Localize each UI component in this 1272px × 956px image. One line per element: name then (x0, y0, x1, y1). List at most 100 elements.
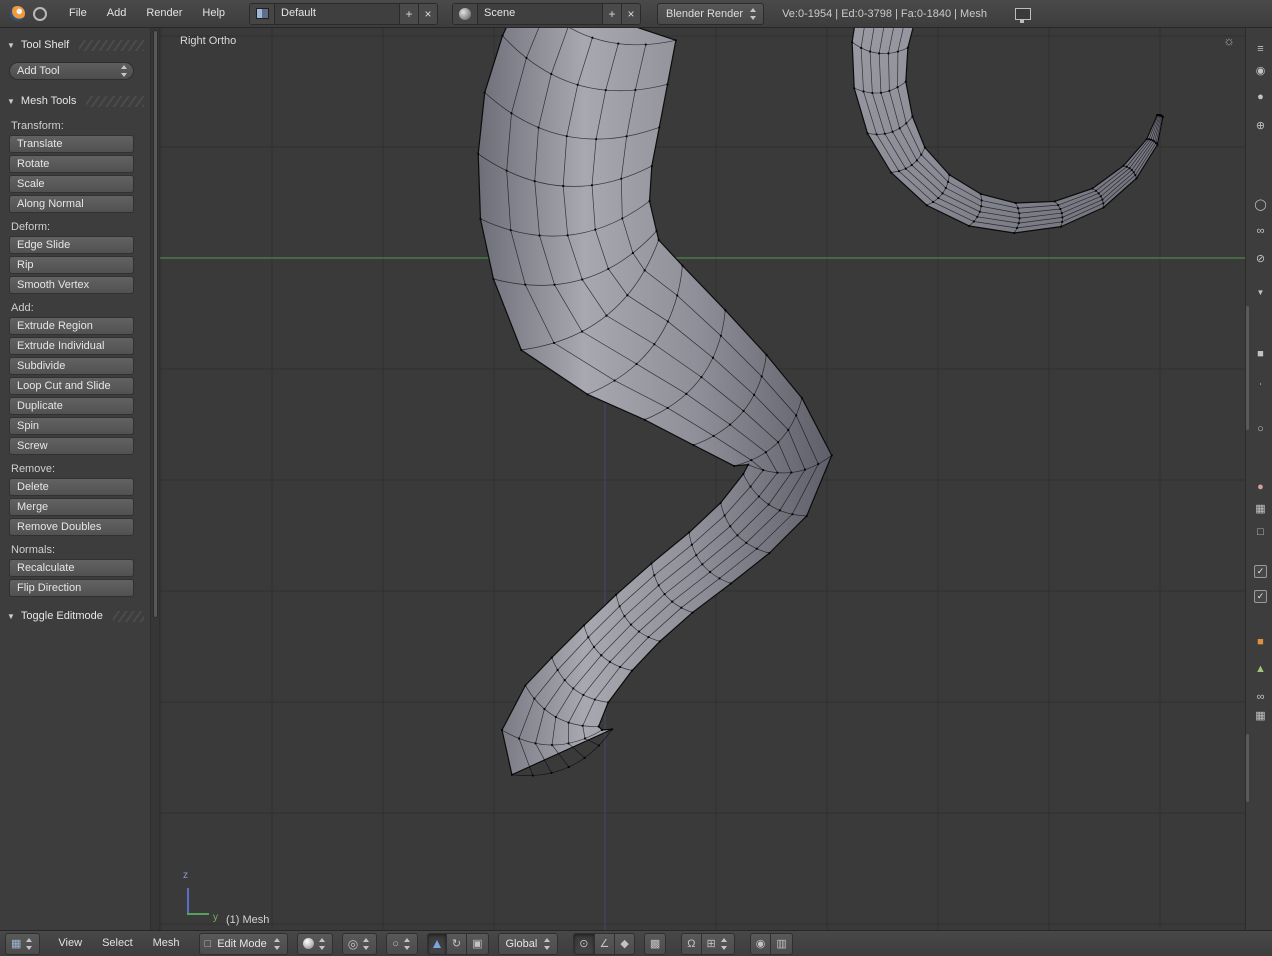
menu-help[interactable]: Help (192, 0, 235, 27)
scrollbar-thumb[interactable] (153, 30, 158, 618)
particles-tab-icon[interactable] (1252, 523, 1269, 540)
editor-type-icon[interactable] (29, 4, 51, 24)
group-label: Remove: (11, 463, 150, 475)
rip-button[interactable]: Rip (9, 256, 134, 274)
texture-tab-icon[interactable] (1252, 500, 1269, 517)
proportional-editing-select[interactable] (386, 933, 418, 955)
axis-y-label: y (213, 912, 218, 923)
texture-icon[interactable] (1252, 707, 1269, 724)
pivot-point-select[interactable] (342, 933, 377, 955)
mode-select[interactable]: Edit Mode (199, 933, 288, 955)
loop-cut-and-slide-button[interactable]: Loop Cut and Slide (9, 377, 134, 395)
collapse-triangle-icon: ▼ (7, 41, 15, 50)
add-layout-button[interactable]: + (399, 4, 418, 24)
world-tab-icon[interactable] (1252, 196, 1269, 213)
screen-layout-selector: Default + × (249, 3, 438, 25)
updown-arrows-icon (403, 937, 412, 951)
edge-slide-button[interactable]: Edge Slide (9, 236, 134, 254)
occlude-geometry-button[interactable] (644, 933, 666, 955)
dropdown-triangle-icon[interactable] (1252, 284, 1269, 301)
render-camera-icon[interactable] (1252, 62, 1269, 79)
menu-view[interactable]: View (48, 930, 92, 956)
menu-select[interactable]: Select (92, 930, 143, 956)
screen-layout-name[interactable]: Default (275, 4, 399, 23)
circle-icon[interactable] (1252, 420, 1269, 437)
object-cube-icon[interactable] (1252, 633, 1269, 650)
opengl-render-button[interactable] (750, 933, 772, 955)
rotate-button[interactable]: Rotate (9, 155, 134, 173)
menu-file[interactable]: File (59, 0, 97, 27)
monitor-icon[interactable] (1011, 4, 1035, 24)
render-layers-icon[interactable] (1252, 88, 1269, 105)
panel-grip (79, 40, 144, 51)
mesh-data-icon[interactable] (1252, 660, 1269, 677)
properties-editor-icon[interactable] (1252, 40, 1269, 57)
scrollbar-thumb[interactable] (1246, 306, 1249, 430)
dot-icon[interactable] (1252, 375, 1269, 392)
translate-button[interactable]: Translate (9, 135, 134, 153)
add-scene-button[interactable]: + (602, 4, 621, 24)
mesh-leg[interactable] (477, 28, 833, 777)
updown-arrows-icon (362, 937, 371, 951)
viewport-shading-select[interactable] (297, 933, 333, 955)
scene-icon[interactable] (453, 4, 478, 24)
delete-layout-button[interactable]: × (418, 4, 437, 24)
delete-button[interactable]: Delete (9, 478, 134, 496)
material-tab-icon[interactable] (1252, 478, 1269, 495)
manipulator-scale-button[interactable] (467, 933, 488, 955)
menu-mesh[interactable]: Mesh (143, 930, 190, 956)
along-normal-button[interactable]: Along Normal (9, 195, 134, 213)
flip-direction-button[interactable]: Flip Direction (9, 579, 134, 597)
spin-button[interactable]: Spin (9, 417, 134, 435)
tool-shelf-scrollbar[interactable] (150, 28, 160, 930)
checkbox-icon[interactable]: ✓ (1252, 588, 1269, 605)
menu-add[interactable]: Add (97, 0, 137, 27)
gear-icon[interactable] (1223, 33, 1235, 48)
add-tool-select[interactable]: Add Tool (9, 62, 134, 80)
manipulator-translate-button[interactable] (427, 933, 447, 955)
extrude-individual-button[interactable]: Extrude Individual (9, 337, 134, 355)
panel-header-tool-shelf[interactable]: ▼ Tool Shelf (0, 34, 150, 56)
screw-button[interactable]: Screw (9, 437, 134, 455)
menu-render[interactable]: Render (136, 0, 192, 27)
merge-button[interactable]: Merge (9, 498, 134, 516)
chain-icon[interactable] (1252, 688, 1269, 705)
vertex-select-button[interactable] (573, 933, 594, 955)
render-engine-label: Blender Render (666, 8, 743, 20)
blender-logo-icon[interactable] (6, 4, 29, 24)
recalculate-button[interactable]: Recalculate (9, 559, 134, 577)
snap-element-select[interactable] (702, 933, 735, 955)
panel-header-mesh-tools[interactable]: ▼ Mesh Tools (0, 90, 150, 112)
extrude-region-button[interactable]: Extrude Region (9, 317, 134, 335)
panel-header-toggle-editmode[interactable]: ▼ Toggle Editmode (0, 605, 150, 627)
mesh-tail[interactable] (851, 28, 1164, 234)
editor-type-select[interactable] (5, 933, 40, 955)
subdivide-button[interactable]: Subdivide (9, 357, 134, 375)
face-select-button[interactable] (615, 933, 634, 955)
scene-selector: Scene + × (452, 3, 641, 25)
viewport-canvas[interactable] (160, 28, 1245, 930)
delete-scene-button[interactable]: × (621, 4, 640, 24)
viewport-3d[interactable]: Right Ortho z y (1) Mesh (160, 28, 1245, 930)
constraints-tab-icon[interactable] (1252, 222, 1269, 239)
smooth-vertex-button[interactable]: Smooth Vertex (9, 276, 134, 294)
scale-button[interactable]: Scale (9, 175, 134, 193)
scene-tab-icon[interactable] (1252, 117, 1269, 134)
transform-orientation-select[interactable]: Global (498, 933, 559, 955)
updown-arrows-icon (720, 937, 729, 951)
edge-select-button[interactable] (595, 933, 616, 955)
duplicate-button[interactable]: Duplicate (9, 397, 134, 415)
render-engine-select[interactable]: Blender Render (657, 3, 764, 25)
info-header: File Add Render Help Default + × Scene +… (0, 0, 1272, 28)
modifiers-tab-icon[interactable] (1252, 250, 1269, 267)
snap-magnet-button[interactable] (681, 933, 701, 955)
screen-layout-icon[interactable] (250, 4, 275, 24)
remove-doubles-button[interactable]: Remove Doubles (9, 518, 134, 536)
checkbox-icon[interactable]: ✓ (1252, 563, 1269, 580)
opengl-render-anim-button[interactable] (771, 933, 792, 955)
panel-title: Tool Shelf (21, 39, 69, 51)
scene-name[interactable]: Scene (478, 4, 602, 23)
scrollbar-thumb[interactable] (1246, 734, 1249, 802)
object-tab-icon[interactable] (1252, 345, 1269, 362)
manipulator-rotate-button[interactable] (447, 933, 467, 955)
